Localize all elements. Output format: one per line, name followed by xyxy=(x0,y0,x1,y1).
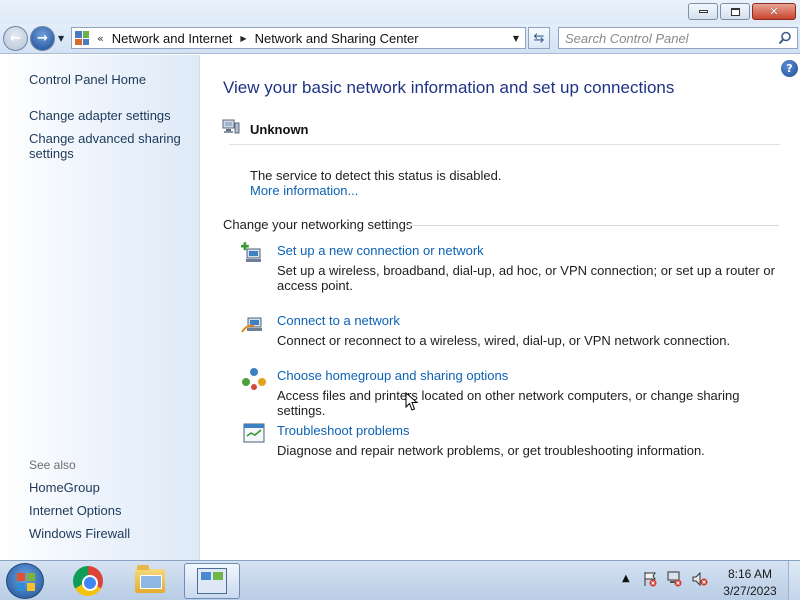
task-troubleshoot-link[interactable]: Troubleshoot problems xyxy=(277,423,409,438)
taskbar-chrome[interactable] xyxy=(60,563,116,599)
help-button[interactable]: ? xyxy=(781,60,798,77)
homegroup-icon xyxy=(242,368,266,390)
refresh-icon: ⇆ xyxy=(533,30,545,46)
section-heading: Change your networking settings xyxy=(223,217,413,232)
mouse-cursor-icon xyxy=(405,392,419,411)
task-connect-network-link[interactable]: Connect to a network xyxy=(277,313,400,328)
network-name: Unknown xyxy=(250,122,309,137)
breadcrumb-arrow-icon[interactable]: ▶ xyxy=(240,34,246,43)
task-troubleshoot-description: Diagnose and repair network problems, or… xyxy=(277,443,705,458)
sidebar-item-change-adapter-settings[interactable]: Change adapter settings xyxy=(29,108,171,123)
clock-time: 8:16 AM xyxy=(727,567,773,581)
see-also-label: See also xyxy=(29,458,76,472)
task-homegroup-sharing-link[interactable]: Choose homegroup and sharing options xyxy=(277,368,508,383)
task-connect-network-description: Connect or reconnect to a wireless, wire… xyxy=(277,333,731,348)
task-setup-connection-link[interactable]: Set up a new connection or network xyxy=(277,243,484,258)
taskbar: ▲ 8:16 AM 3/27/2023 xyxy=(0,560,800,600)
page-title: View your basic network information and … xyxy=(223,78,675,97)
main-content: ? View your basic network information an… xyxy=(201,55,800,560)
show-desktop-button[interactable] xyxy=(788,561,800,600)
help-icon: ? xyxy=(786,62,793,75)
sidebar-item-change-advanced-sharing-settings[interactable]: Change advanced sharing settings xyxy=(29,131,189,161)
clock-date: 3/27/2023 xyxy=(723,584,777,598)
sidebar-item-internet-options[interactable]: Internet Options xyxy=(29,503,122,518)
maximize-icon xyxy=(730,7,740,16)
taskbar-windows-explorer[interactable] xyxy=(122,563,178,599)
back-arrow-icon: ← xyxy=(10,31,21,46)
taskbar-control-panel[interactable] xyxy=(184,563,240,599)
recent-pages-dropdown-icon[interactable]: ▼ xyxy=(58,34,64,43)
sidebar: Control Panel Home Change adapter settin… xyxy=(0,55,200,560)
sidebar-item-homegroup[interactable]: HomeGroup xyxy=(29,480,100,495)
network-computer-icon xyxy=(222,119,240,134)
search-placeholder: Search Control Panel xyxy=(565,31,689,46)
show-hidden-icons-button[interactable]: ▲ xyxy=(622,573,630,584)
close-icon: ✕ xyxy=(769,5,779,18)
troubleshoot-icon xyxy=(243,423,265,443)
address-bar[interactable]: « Network and Internet ▶ Network and Sha… xyxy=(71,27,526,49)
navigation-bar: ← → ▼ « Network and Internet ▶ Network a… xyxy=(0,24,800,54)
minimize-button[interactable] xyxy=(688,3,718,20)
breadcrumb-overflow[interactable]: « xyxy=(97,32,104,45)
search-icon[interactable] xyxy=(778,31,792,45)
section-divider xyxy=(405,225,779,226)
action-center-icon[interactable] xyxy=(642,571,658,587)
connect-network-icon xyxy=(241,317,262,333)
chrome-icon xyxy=(73,566,103,596)
forward-arrow-icon: → xyxy=(37,31,48,46)
windows-explorer-icon xyxy=(135,565,165,593)
system-clock[interactable]: 8:16 AM 3/27/2023 xyxy=(715,566,785,600)
status-text: The service to detect this status is dis… xyxy=(250,168,502,183)
close-button[interactable]: ✕ xyxy=(752,3,796,20)
volume-muted-icon[interactable] xyxy=(692,571,708,587)
maximize-button[interactable] xyxy=(720,3,750,20)
more-information-link[interactable]: More information... xyxy=(250,183,358,198)
windows-logo-icon xyxy=(17,573,35,591)
new-connection-icon xyxy=(241,242,261,262)
divider xyxy=(229,144,780,145)
task-setup-connection-description: Set up a wireless, broadband, dial-up, a… xyxy=(277,263,775,293)
minimize-icon xyxy=(698,10,708,13)
breadcrumb-network-and-sharing-center[interactable]: Network and Sharing Center xyxy=(255,31,419,46)
back-button[interactable]: ← xyxy=(3,26,28,51)
address-dropdown-icon[interactable]: ▼ xyxy=(513,34,519,43)
sidebar-item-control-panel-home[interactable]: Control Panel Home xyxy=(29,72,146,87)
control-panel-icon xyxy=(75,31,89,45)
network-icon[interactable] xyxy=(667,571,683,587)
forward-button[interactable]: → xyxy=(30,26,55,51)
control-panel-icon xyxy=(197,568,227,594)
window-controls: ✕ xyxy=(688,3,796,20)
refresh-button[interactable]: ⇆ xyxy=(528,27,550,49)
breadcrumb-network-and-internet[interactable]: Network and Internet xyxy=(112,31,233,46)
start-button[interactable] xyxy=(6,563,44,599)
task-homegroup-sharing-description: Access files and printers located on oth… xyxy=(277,388,740,418)
search-input[interactable]: Search Control Panel xyxy=(558,27,798,49)
sidebar-item-windows-firewall[interactable]: Windows Firewall xyxy=(29,526,130,541)
title-bar: ✕ xyxy=(0,0,800,26)
